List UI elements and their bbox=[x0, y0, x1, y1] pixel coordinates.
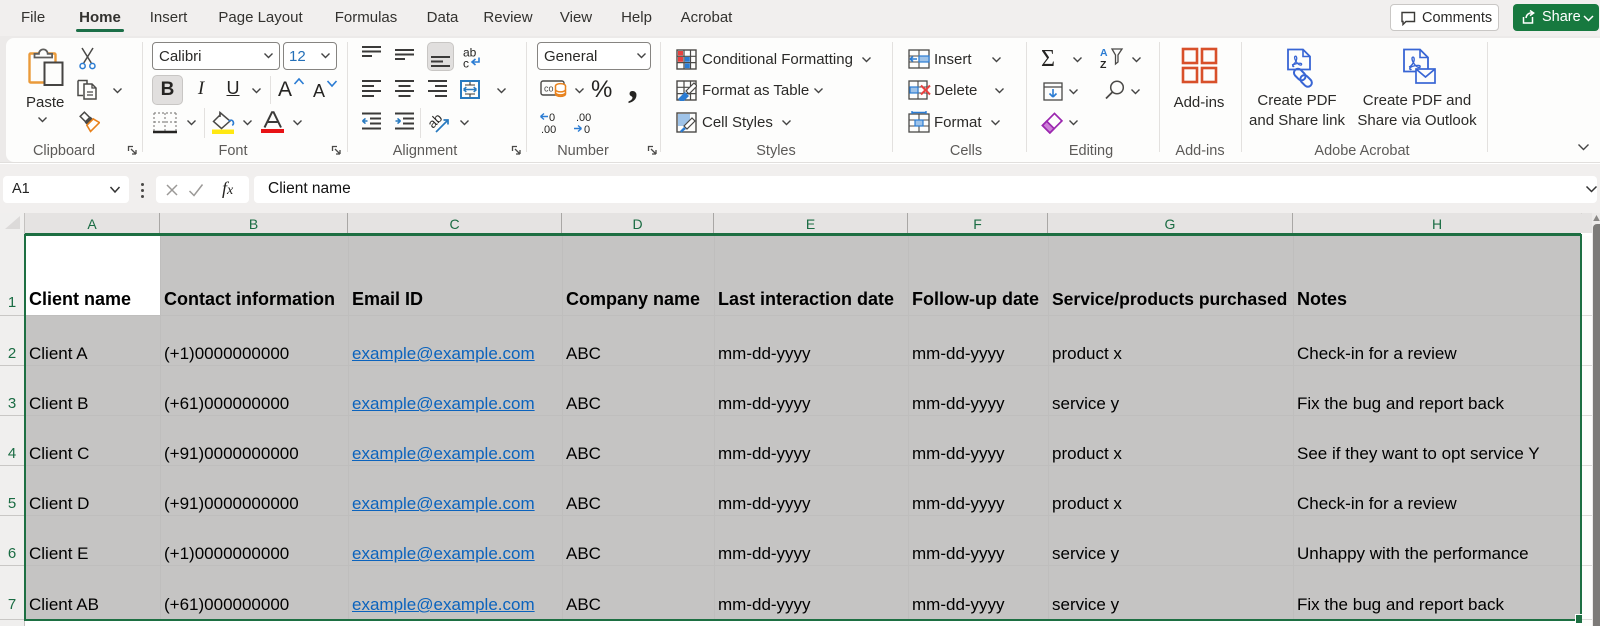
svg-text:0: 0 bbox=[549, 112, 555, 124]
svg-text:.00: .00 bbox=[541, 124, 556, 135]
svg-text:ab: ab bbox=[427, 110, 445, 131]
svg-text:Z: Z bbox=[1100, 59, 1107, 69]
svg-text:co: co bbox=[544, 84, 554, 94]
svg-text:A: A bbox=[1100, 47, 1108, 59]
svg-text:0: 0 bbox=[584, 124, 590, 135]
svg-text:c: c bbox=[463, 57, 469, 70]
svg-text:.00: .00 bbox=[576, 112, 591, 124]
